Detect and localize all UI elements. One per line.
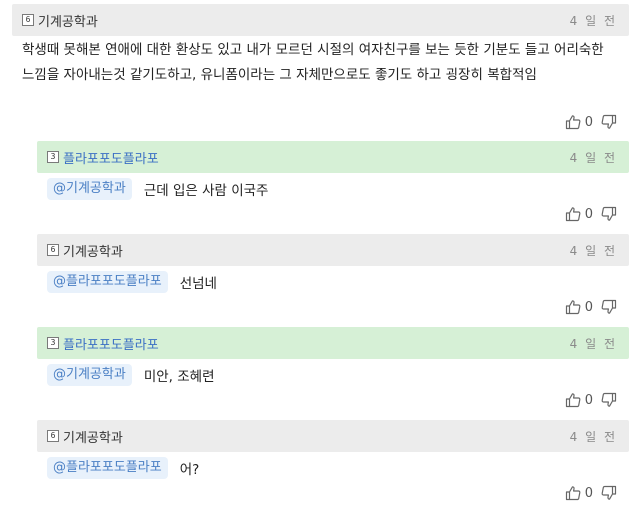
comment-actions: 0 <box>565 297 617 317</box>
thumbs-down-icon[interactable] <box>601 206 617 222</box>
thumbs-up-icon[interactable] <box>565 206 581 222</box>
comment-header: 6 기계공학과 4 일 전 <box>37 234 629 266</box>
thumbs-down-icon[interactable] <box>601 485 617 501</box>
comment-body: @플라포포도플라포 선넘네 <box>47 271 617 293</box>
comment-time: 4 일 전 <box>569 336 617 351</box>
thumbs-up-icon[interactable] <box>565 299 581 315</box>
comment-body: 학생때 못해본 연애에 대한 환상도 있고 내가 모르던 시절의 여자친구를 보… <box>22 38 617 88</box>
comment-text: 어? <box>179 462 200 478</box>
comment-actions: 0 <box>565 112 617 132</box>
comment-time: 4 일 전 <box>569 429 617 444</box>
mention-tag[interactable]: @기계공학과 <box>47 364 132 386</box>
reply-comment: 6 기계공학과 4 일 전 @플라포포도플라포 어? 0 <box>37 420 629 506</box>
comment-actions: 0 <box>565 204 617 224</box>
comment-header: 6 기계공학과 4 일 전 <box>12 4 629 36</box>
comment-text: 미안, 조혜련 <box>143 369 215 385</box>
mention-tag[interactable]: @기계공학과 <box>47 178 132 200</box>
thumbs-up-icon[interactable] <box>565 485 581 501</box>
level-badge-icon: 3 <box>47 337 59 349</box>
comment-header: 3 플라포포도플라포 4 일 전 <box>37 141 629 173</box>
reply-comment: 3 플라포포도플라포 4 일 전 @기계공학과 미안, 조혜련 0 <box>37 327 629 415</box>
comment-text: 학생때 못해본 연애에 대한 환상도 있고 내가 모르던 시절의 여자친구를 보… <box>22 42 604 83</box>
level-badge-icon: 6 <box>47 244 59 256</box>
comment-body: @플라포포도플라포 어? <box>47 457 617 479</box>
comment-author[interactable]: 플라포포도플라포 <box>63 148 159 167</box>
like-count: 0 <box>584 114 593 130</box>
comment-header: 6 기계공학과 4 일 전 <box>37 420 629 452</box>
thumbs-down-icon[interactable] <box>601 392 617 408</box>
reply-comment: 6 기계공학과 4 일 전 @플라포포도플라포 선넘네 0 <box>37 234 629 322</box>
comment-header: 3 플라포포도플라포 4 일 전 <box>37 327 629 359</box>
comment-author[interactable]: 기계공학과 <box>63 427 123 446</box>
level-badge-icon: 6 <box>47 430 59 442</box>
thumbs-down-icon[interactable] <box>601 114 617 130</box>
thumbs-up-icon[interactable] <box>565 392 581 408</box>
comment-time: 4 일 전 <box>569 13 617 28</box>
comment-author[interactable]: 플라포포도플라포 <box>63 334 159 353</box>
comment-text: 선넘네 <box>179 276 217 292</box>
comment-time: 4 일 전 <box>569 150 617 165</box>
comment: 6 기계공학과 4 일 전 학생때 못해본 연애에 대한 환상도 있고 내가 모… <box>12 4 629 135</box>
comment-body: @기계공학과 미안, 조혜련 <box>47 364 617 386</box>
mention-tag[interactable]: @플라포포도플라포 <box>47 271 168 293</box>
thumbs-up-icon[interactable] <box>565 114 581 130</box>
comment-actions: 0 <box>565 483 617 503</box>
mention-tag[interactable]: @플라포포도플라포 <box>47 457 168 479</box>
like-count: 0 <box>584 206 593 222</box>
thumbs-down-icon[interactable] <box>601 299 617 315</box>
comment-actions: 0 <box>565 390 617 410</box>
level-badge-icon: 3 <box>47 151 59 163</box>
reply-comment: 3 플라포포도플라포 4 일 전 @기계공학과 근데 입은 사람 이국주 0 <box>37 141 629 229</box>
like-count: 0 <box>584 392 593 408</box>
comment-body: @기계공학과 근데 입은 사람 이국주 <box>47 178 617 200</box>
comment-author[interactable]: 기계공학과 <box>38 11 98 30</box>
like-count: 0 <box>584 485 593 501</box>
comment-time: 4 일 전 <box>569 243 617 258</box>
comment-author[interactable]: 기계공학과 <box>63 241 123 260</box>
like-count: 0 <box>584 299 593 315</box>
level-badge-icon: 6 <box>22 14 34 26</box>
comment-text: 근데 입은 사람 이국주 <box>143 183 269 199</box>
